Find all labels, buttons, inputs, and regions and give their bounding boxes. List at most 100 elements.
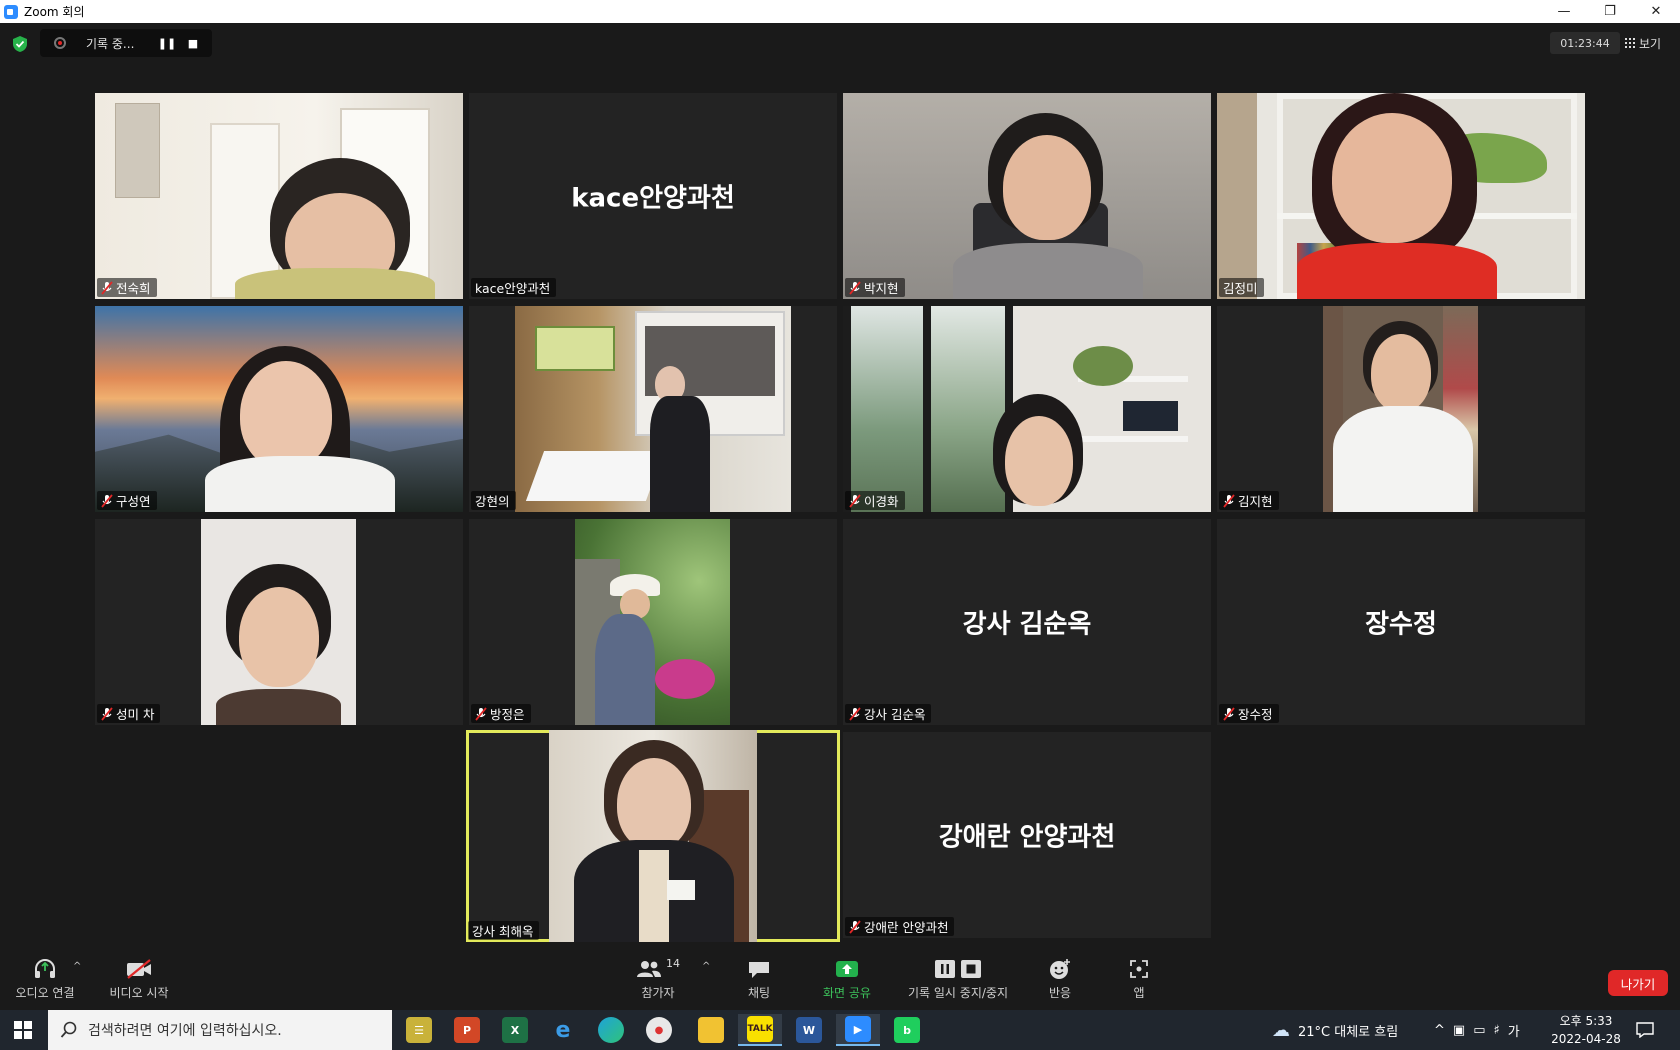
participant-name-label: 강현의 [471,491,516,510]
powerpoint-icon: P [454,1017,480,1043]
taskbar-powerpoint[interactable]: P [445,1014,489,1046]
ime-indicator[interactable]: 가 [1508,1021,1520,1040]
audio-connect-button[interactable]: 오디오 연결 [10,947,80,1009]
system-clock[interactable]: 오후 5:33 2022-04-28 [1548,1012,1624,1048]
video-tile[interactable]: 이경화 [843,306,1211,512]
video-tile[interactable]: 강사 김순옥 강사 김순옥 [843,519,1211,725]
reactions-button[interactable]: 반응 [1040,947,1080,1009]
mic-muted-icon [475,706,487,721]
taskbar-excel[interactable]: X [493,1014,537,1046]
notepad-icon: ☰ [406,1017,432,1043]
participant-name-label: 장수정 [1219,704,1279,723]
cloud-icon: ☁ [1272,1019,1290,1041]
view-label: 보기 [1639,36,1662,51]
start-button[interactable] [0,1010,46,1050]
video-tile[interactable]: 방정은 [469,519,837,725]
video-tile[interactable]: 성미 차 [95,519,463,725]
chat-button[interactable]: 채팅 [738,947,780,1009]
chat-bubble-icon [749,961,769,978]
video-tile[interactable]: 강애란 안양과천 강애란 안양과천 [843,732,1211,938]
share-screen-button[interactable]: 화면 공유 [818,947,876,1009]
participant-video [515,306,791,512]
mic-muted-icon [849,919,861,934]
security-shield-icon[interactable] [12,35,28,53]
notification-center-button[interactable] [1636,1010,1654,1050]
participants-icon [637,960,661,977]
participants-count: 14 [666,957,680,970]
windows-logo-icon [14,1021,32,1039]
restore-button[interactable]: ❐ [1587,0,1633,23]
participant-name-label: 성미 차 [97,704,161,723]
participant-video [575,519,730,725]
video-tile[interactable]: 박지현 [843,93,1211,299]
share-screen-icon [836,960,858,977]
participant-name-label: 강사 김순옥 [845,704,932,723]
video-tile[interactable]: 장수정 장수정 [1217,519,1585,725]
taskbar-band[interactable]: b [885,1014,929,1046]
video-tile[interactable]: kace안양과천 kace안양과천 [469,93,837,299]
taskbar-zoom[interactable]: ▶ [836,1014,880,1046]
mic-muted-icon [1223,493,1235,508]
video-off-icon [127,958,151,979]
internet-explorer-icon: e [555,1017,571,1043]
participants-button[interactable]: 14 참가자 [628,947,688,1009]
mic-muted-icon [1223,706,1235,721]
taskbar-search-box[interactable]: 검색하려면 여기에 입력하십시오. [48,1010,392,1050]
gallery-grid-icon [1625,38,1635,48]
view-button[interactable]: 보기 [1625,33,1661,53]
close-button[interactable]: ✕ [1633,0,1679,23]
meeting-top-bar: 기록 중... ❚❚ ■ 01:23:44 보기 [0,23,1680,63]
pause-recording-icon[interactable]: ❚❚ [154,37,180,50]
headphone-icon [35,958,55,978]
smiley-add-icon [1050,958,1070,979]
participant-video [843,93,1211,299]
participant-name-label: 강애란 안양과천 [845,917,955,936]
window-title-bar: Zoom 회의 — ❐ ✕ [0,0,1680,23]
search-icon [60,1021,77,1038]
audio-options-caret-icon[interactable]: ^ [73,961,81,972]
video-tile[interactable]: 구성연 [95,306,463,512]
minimize-button[interactable]: — [1541,0,1587,23]
mic-muted-icon [101,493,113,508]
recording-dot-icon [54,37,66,49]
weather-widget[interactable]: ☁ 21°C 대체로 흐림 [1272,1010,1398,1050]
video-tile[interactable]: 강현의 [469,306,837,512]
participant-name-label: 박지현 [845,278,905,297]
video-tile[interactable]: 김정미 [1217,93,1585,299]
video-tile-active-speaker[interactable]: 강사 최해옥 [466,730,840,942]
participant-video [843,306,1211,512]
taskbar-internet-explorer[interactable]: e [541,1014,585,1046]
recording-label: 기록 중... [86,36,135,51]
apps-button[interactable]: 앱 [1124,947,1154,1009]
chevron-up-icon[interactable]: ^ [1434,1023,1445,1038]
recording-indicator: 기록 중... ❚❚ ■ [40,29,212,57]
volume-muted-icon[interactable]: ♯ [1494,1023,1500,1038]
taskbar-notepad[interactable]: ☰ [397,1014,441,1046]
mic-muted-icon [101,280,113,295]
window-title: Zoom 회의 [24,5,85,19]
participant-display-name: 강애란 안양과천 [938,822,1116,853]
taskbar-word[interactable]: W [787,1014,831,1046]
video-tile[interactable]: 전숙희 [95,93,463,299]
paint-icon: ● [646,1017,672,1043]
taskbar-kakaotalk[interactable]: TALK [738,1014,782,1046]
video-tile[interactable]: 김지현 [1217,306,1585,512]
pause-stop-recording-button[interactable]: 기록 일시 중지/중지 [900,947,1016,1009]
stop-recording-icon[interactable]: ■ [180,37,206,50]
system-tray: ^ ▣ ▭ ♯ 가 [1434,1010,1520,1050]
participants-options-caret-icon[interactable]: ^ [702,961,710,972]
start-video-button[interactable]: 비디오 시작 [104,947,174,1009]
taskbar-paint[interactable]: ● [637,1014,681,1046]
excel-icon: X [502,1017,528,1043]
display-icon[interactable]: ▭ [1473,1023,1485,1038]
band-icon: b [894,1017,920,1043]
taskbar-file-explorer[interactable] [689,1014,733,1046]
participant-display-name: 장수정 [1365,609,1437,640]
network-icon[interactable]: ▣ [1453,1023,1465,1038]
participant-video [95,306,463,512]
taskbar-edge[interactable] [589,1014,633,1046]
zoom-app-icon [4,4,18,19]
participant-display-name: kace안양과천 [571,183,735,214]
leave-meeting-button[interactable]: 나가기 [1608,970,1668,996]
edge-icon [598,1017,624,1043]
